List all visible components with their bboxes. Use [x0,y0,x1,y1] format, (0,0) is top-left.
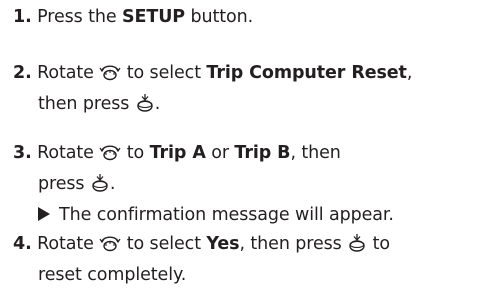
step-text: . [109,174,116,194]
step-text: Press the [37,7,122,27]
step-text: Rotate [37,234,100,254]
selector-knob-press-icon [347,233,367,262]
setup-label: SETUP [122,7,186,27]
selector-knob-press-icon [135,93,155,122]
selector-knob-rotate-icon [99,62,121,91]
trip-computer-reset-label: Trip Computer Reset [206,63,407,83]
trip-a-label: Trip A [149,143,206,163]
step-3: 3. Rotate to Trip A or Trip B, then pres… [13,140,394,229]
step-number: 1. [13,7,32,27]
step-text: or [205,143,235,163]
note-text: The confirmation message will appear. [59,205,394,225]
step-number: 4. [13,234,32,254]
arrow-right-icon [38,207,50,221]
yes-label: Yes [206,234,240,254]
step-text: , then press [239,234,348,254]
step-text: Rotate [37,63,100,83]
trip-b-label: Trip B [234,143,291,163]
step-text: then press [38,94,135,114]
step-text: to [121,143,150,163]
step-text: . [154,94,161,114]
selector-knob-press-icon [90,173,110,202]
step-text: , then [290,143,341,163]
step-text: button. [185,7,254,27]
step-4: 4. Rotate to select Yes, then press to r… [13,231,390,289]
step-text: reset completely. [38,265,187,285]
step-number: 2. [13,63,32,83]
step-text: Rotate [37,143,100,163]
selector-knob-rotate-icon [99,233,121,262]
selector-knob-rotate-icon [99,142,121,171]
step-text: to [367,234,391,254]
step-text: press [38,174,90,194]
step-1: 1. Press the SETUP button. [13,4,253,31]
step-text: to select [121,234,207,254]
step-text: to select [121,63,207,83]
step-2: 2. Rotate to select Trip Computer Reset,… [13,60,412,122]
step-text: , [406,63,413,83]
step-number: 3. [13,143,32,163]
